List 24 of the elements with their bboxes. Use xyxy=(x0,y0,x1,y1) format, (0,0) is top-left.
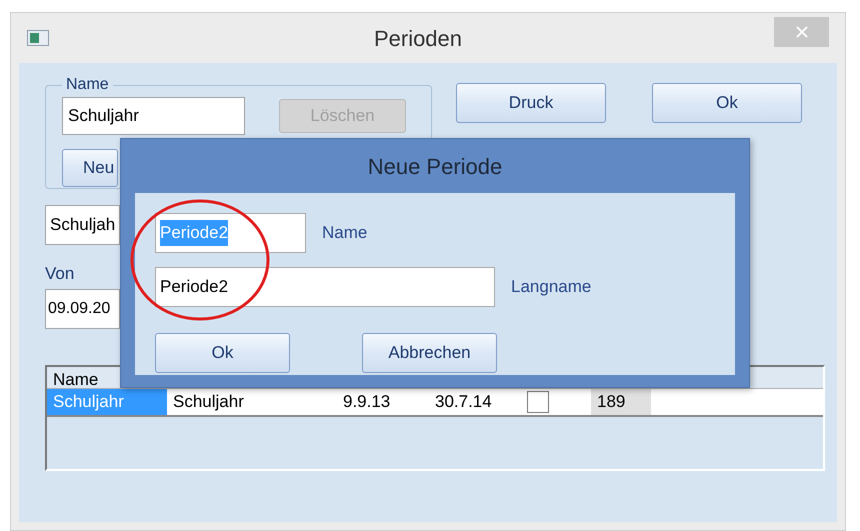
window-icon xyxy=(27,30,49,46)
table-cell: 189 xyxy=(591,388,651,414)
dialog-action-button[interactable]: Ok xyxy=(652,83,802,123)
table-cell: Schuljahr xyxy=(47,388,167,414)
field-label: Langname xyxy=(511,276,592,298)
new-button[interactable]: Neu xyxy=(62,149,118,187)
from-label: Von xyxy=(45,263,74,285)
dialog-title: Neue Periode xyxy=(368,152,502,180)
dialog-button[interactable]: Ok xyxy=(155,333,290,373)
text-input[interactable]: Periode2 xyxy=(155,267,495,307)
input-text: Periode2 xyxy=(160,220,228,246)
window-title: Perioden xyxy=(372,24,464,52)
row-checkbox[interactable] xyxy=(527,390,549,412)
dialog-action-button[interactable]: Druck xyxy=(456,83,606,123)
name-input[interactable]: Schuljahr xyxy=(62,97,245,135)
field-label: Name xyxy=(322,222,368,244)
dialog-button[interactable]: Abbrechen xyxy=(362,333,497,373)
input-text: Periode2 xyxy=(160,276,228,298)
short-name-input[interactable]: Schuljah xyxy=(45,205,120,245)
from-date-input[interactable]: 09.09.20 xyxy=(45,288,120,328)
group-legend: Name xyxy=(62,73,113,97)
table-cell-text: Schuljahr xyxy=(172,390,245,413)
table-cell-text: 9.9.13 xyxy=(342,390,392,413)
table-cell-text: 30.7.14 xyxy=(434,390,493,413)
